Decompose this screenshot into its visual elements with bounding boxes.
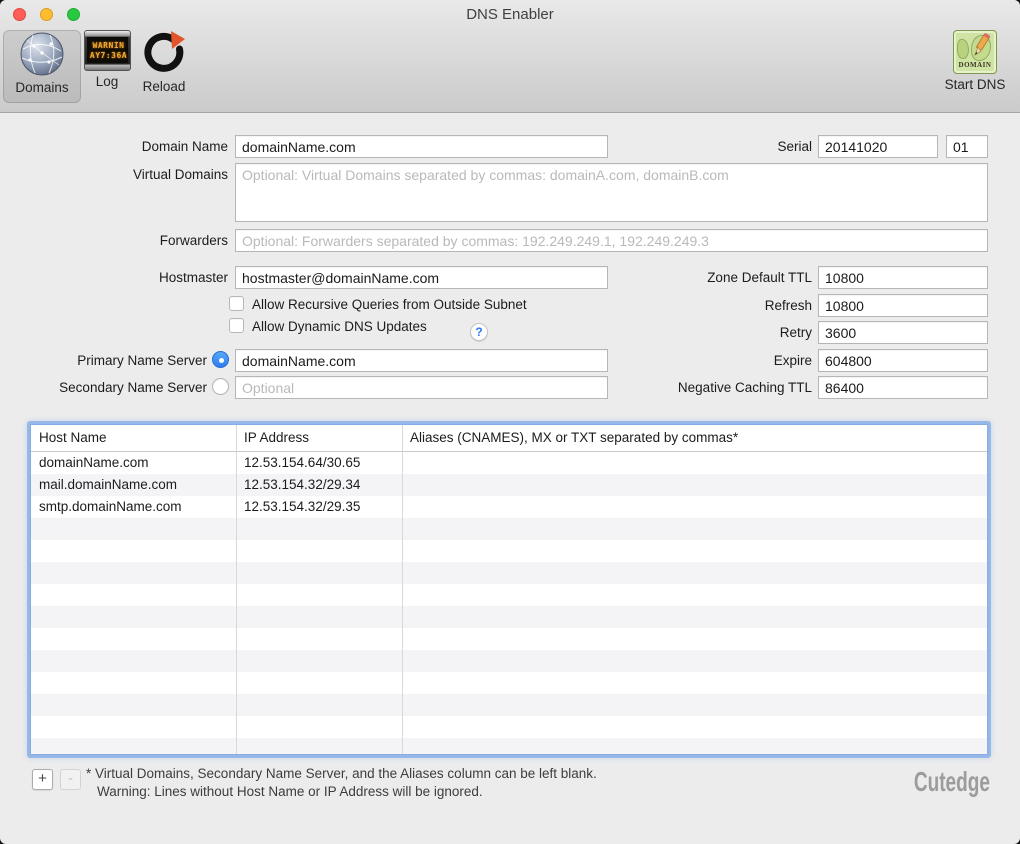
zone-ttl-input[interactable] — [818, 266, 988, 289]
reload-icon — [141, 30, 187, 76]
footnote: * Virtual Domains, Secondary Name Server… — [86, 765, 597, 800]
serial-label: Serial — [600, 139, 812, 154]
remove-row-button[interactable]: - — [60, 769, 81, 790]
toolbar-label-domains: Domains — [4, 80, 80, 95]
expire-label: Expire — [600, 353, 812, 368]
toolbar-label-start-dns: Start DNS — [938, 77, 1012, 92]
titlebar-toolbar: DNS Enabler Domains — [0, 0, 1020, 113]
table-row-empty[interactable] — [31, 628, 987, 650]
forwarders-input[interactable] — [235, 229, 988, 252]
toolbar-label-log: Log — [84, 74, 130, 89]
toolbar-item-log[interactable]: WARNIN AY7:36A Log — [84, 30, 130, 103]
table-row[interactable]: domainName.com12.53.154.64/30.65 — [31, 452, 987, 474]
allow-dynamic-label: Allow Dynamic DNS Updates — [252, 319, 427, 334]
table-row-empty[interactable] — [31, 738, 987, 755]
toolbar-item-start-dns[interactable]: DOMAIN Start DNS — [938, 30, 1012, 103]
table-row-empty[interactable] — [31, 650, 987, 672]
add-row-button[interactable]: + — [32, 769, 53, 790]
start-dns-map-icon: DOMAIN — [953, 30, 997, 74]
footnote-line1: * Virtual Domains, Secondary Name Server… — [86, 765, 597, 783]
serial-suffix-input[interactable] — [946, 135, 988, 158]
secondary-ns-input[interactable] — [235, 376, 608, 399]
table-row[interactable]: smtp.domainName.com12.53.154.32/29.35 — [31, 496, 987, 518]
refresh-input[interactable] — [818, 294, 988, 317]
pencil-icon — [969, 33, 995, 59]
hostmaster-label: Hostmaster — [0, 270, 228, 285]
table-row-empty[interactable] — [31, 562, 987, 584]
table-row-empty[interactable] — [31, 540, 987, 562]
retry-label: Retry — [600, 325, 812, 340]
table-row-empty[interactable] — [31, 672, 987, 694]
virtual-domains-textarea[interactable] — [235, 163, 988, 222]
table-row-empty[interactable] — [31, 518, 987, 540]
table-row[interactable]: mail.domainName.com12.53.154.32/29.34 — [31, 474, 987, 496]
negative-ttl-input[interactable] — [818, 376, 988, 399]
refresh-label: Refresh — [600, 298, 812, 313]
hostmaster-input[interactable] — [235, 266, 608, 289]
primary-ns-radio[interactable] — [212, 351, 229, 368]
globe-icon — [19, 31, 65, 77]
help-button[interactable]: ? — [470, 323, 488, 341]
table-body: domainName.com12.53.154.64/30.65 mail.do… — [31, 452, 987, 755]
virtual-domains-label: Virtual Domains — [0, 167, 228, 182]
primary-ns-label: Primary Name Server — [0, 353, 207, 368]
secondary-ns-label: Secondary Name Server — [0, 380, 207, 395]
retry-input[interactable] — [818, 321, 988, 344]
table-header: Host Name IP Address Aliases (CNAMES), M… — [31, 425, 987, 452]
zone-ttl-label: Zone Default TTL — [600, 270, 812, 285]
table-row-empty[interactable] — [31, 584, 987, 606]
table-row-empty[interactable] — [31, 694, 987, 716]
toolbar-item-domains[interactable]: Domains — [3, 30, 81, 103]
primary-ns-input[interactable] — [235, 349, 608, 372]
domain-name-input[interactable] — [235, 135, 608, 158]
toolbar-label-reload: Reload — [134, 79, 194, 94]
window-title: DNS Enabler — [0, 6, 1020, 23]
footnote-line2: Warning: Lines without Host Name or IP A… — [97, 783, 597, 801]
toolbar-item-reload[interactable]: Reload — [134, 30, 194, 103]
col-header-host[interactable]: Host Name — [39, 430, 107, 445]
host-table[interactable]: Host Name IP Address Aliases (CNAMES), M… — [30, 424, 988, 755]
serial-input[interactable] — [818, 135, 938, 158]
table-row-empty[interactable] — [31, 716, 987, 738]
column-divider[interactable] — [236, 425, 237, 754]
col-header-ip[interactable]: IP Address — [244, 430, 309, 445]
cutedge-logo: Cutedge — [914, 766, 990, 798]
allow-recursive-checkbox[interactable] — [229, 296, 244, 311]
col-header-aliases[interactable]: Aliases (CNAMES), MX or TXT separated by… — [410, 430, 738, 445]
allow-dynamic-checkbox[interactable] — [229, 318, 244, 333]
expire-input[interactable] — [818, 349, 988, 372]
forwarders-label: Forwarders — [0, 233, 228, 248]
allow-recursive-label: Allow Recursive Queries from Outside Sub… — [252, 297, 527, 312]
app-window: DNS Enabler Domains — [0, 0, 1020, 844]
negative-ttl-label: Negative Caching TTL — [600, 380, 812, 395]
column-divider[interactable] — [402, 425, 403, 754]
log-ticker-icon: WARNIN AY7:36A — [84, 30, 131, 71]
secondary-ns-radio[interactable] — [212, 378, 229, 395]
domain-name-label: Domain Name — [0, 139, 228, 154]
table-row-empty[interactable] — [31, 606, 987, 628]
